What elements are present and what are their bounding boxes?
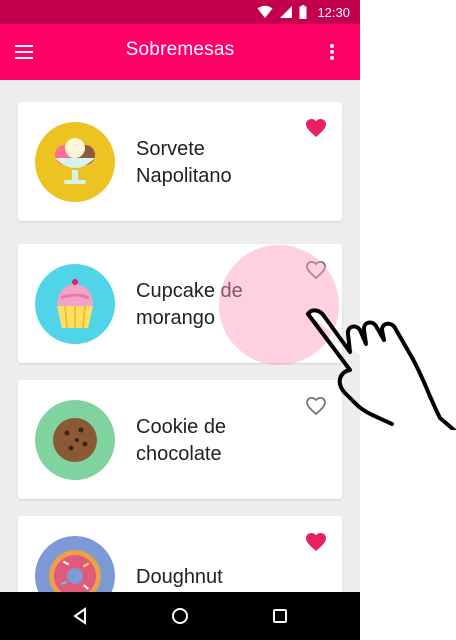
cupcake-icon <box>57 279 93 329</box>
recents-button[interactable] <box>268 604 292 628</box>
back-button[interactable] <box>68 604 92 628</box>
wifi-icon <box>257 5 273 18</box>
status-time: 12:30 <box>317 4 350 20</box>
list-item-sorvete[interactable]: Sorvete Napolitano <box>18 102 342 221</box>
list-item-doughnut[interactable]: Doughnut <box>18 516 342 592</box>
avatar <box>35 264 115 344</box>
pointing-hand-icon <box>306 308 456 430</box>
heart-filled-icon <box>306 533 326 551</box>
favorite-button[interactable] <box>304 530 328 554</box>
more-vert-icon <box>330 44 334 60</box>
heart-filled-icon <box>306 119 326 137</box>
home-circle-icon <box>172 608 188 624</box>
doughnut-icon <box>49 550 101 592</box>
back-triangle-icon <box>73 607 86 625</box>
item-name-line1: Sorvete <box>136 138 205 160</box>
avatar <box>35 122 115 202</box>
list-item-cookie[interactable]: Cookie de chocolate <box>18 380 342 499</box>
item-name: Cookie de chocolate <box>136 414 306 468</box>
item-name: Sorvete Napolitano <box>136 136 306 190</box>
item-name-line1: Doughnut <box>136 566 223 588</box>
status-bar: 12:30 <box>0 0 360 24</box>
app-bar: Sobremesas <box>0 24 360 80</box>
avatar <box>35 400 115 480</box>
more-options-button[interactable] <box>320 40 344 64</box>
item-name: Doughnut <box>136 564 306 591</box>
page-title: Sobremesas <box>125 39 235 60</box>
item-name-line2: Napolitano <box>136 165 232 187</box>
recents-square-icon <box>273 609 287 623</box>
navigation-bar <box>0 592 360 640</box>
item-name-line1: Cookie de <box>136 416 227 438</box>
battery-icon <box>299 5 307 19</box>
ice-cream-icon <box>55 138 95 184</box>
favorite-button[interactable] <box>304 116 328 140</box>
home-button[interactable] <box>168 604 192 628</box>
item-name-line2: chocolate <box>136 443 222 465</box>
cookie-icon <box>53 418 97 462</box>
signal-icon <box>280 6 293 18</box>
avatar <box>35 536 115 592</box>
